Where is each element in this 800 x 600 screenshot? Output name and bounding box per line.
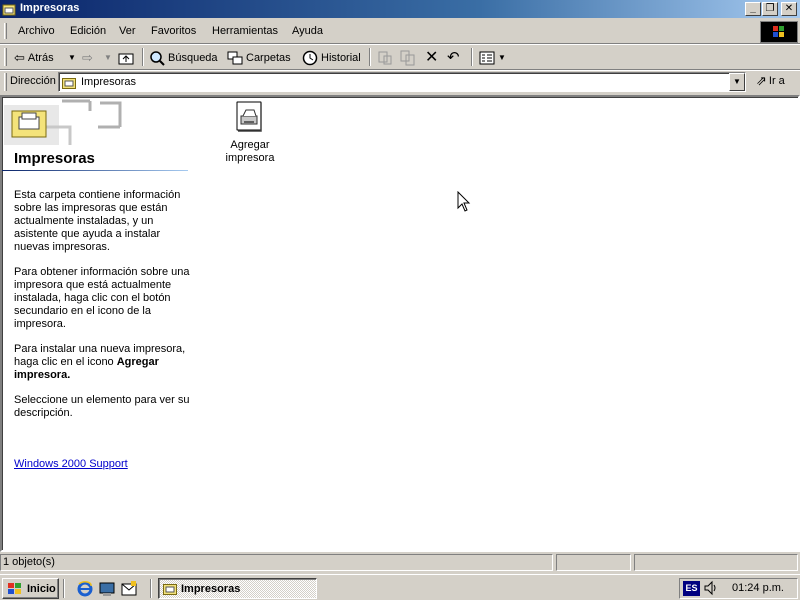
folder-view[interactable]: Impresoras Esta carpeta contiene informa…: [0, 95, 800, 552]
history-icon: [302, 50, 318, 66]
search-icon: [150, 51, 165, 66]
standard-toolbar: ⇦ Atrás ▼ ⇨ ▼ Búsqueda Carpetas Historia…: [0, 43, 800, 69]
search-button[interactable]: Búsqueda: [149, 48, 218, 68]
side-description-3-text: Para instalar una nueva impresora, haga …: [14, 343, 186, 368]
undo-icon: ↶: [447, 49, 460, 66]
undo-button[interactable]: ↶: [447, 48, 460, 68]
side-description-4: Seleccione un elemento para ver su descr…: [14, 394, 190, 419]
dropdown-arrow-icon: ▼: [68, 53, 76, 62]
window-titlebar[interactable]: Impresoras _ ❐ ✕: [0, 0, 800, 18]
views-button[interactable]: ▼: [479, 48, 506, 68]
internet-explorer-icon[interactable]: [76, 580, 94, 598]
clock[interactable]: 01:24 p.m.: [732, 582, 784, 594]
search-label: Búsqueda: [168, 52, 218, 64]
toolbar-separator: [369, 48, 371, 66]
menu-ayuda[interactable]: Ayuda: [292, 25, 323, 37]
address-value: Impresoras: [81, 76, 137, 88]
mouse-pointer-icon: [457, 191, 471, 212]
back-button[interactable]: ⇦ Atrás: [14, 48, 54, 68]
menu-ver[interactable]: Ver: [119, 25, 136, 37]
windows-support-link[interactable]: Windows 2000 Support: [14, 458, 128, 470]
status-object-count: 1 objeto(s): [0, 554, 553, 571]
move-to-icon: [378, 51, 392, 65]
webview-side-panel: Impresoras Esta carpeta contiene informa…: [2, 97, 192, 550]
side-description-1: Esta carpeta contiene información sobre …: [14, 189, 181, 253]
back-label: Atrás: [27, 52, 54, 64]
folders-icon: [227, 51, 243, 65]
address-input[interactable]: Impresoras ▼: [58, 72, 746, 92]
menu-archivo[interactable]: Archivo: [18, 25, 55, 37]
minimize-button[interactable]: _: [745, 2, 761, 16]
move-to-button[interactable]: [377, 48, 393, 68]
go-button[interactable]: ⇗ Ir a: [756, 74, 785, 88]
restore-button[interactable]: ❐: [762, 2, 778, 16]
system-tray: ES 01:24 p.m.: [679, 578, 798, 599]
toolbar-separator: [471, 48, 473, 66]
dropdown-arrow-icon: ▼: [498, 53, 506, 62]
folders-label: Carpetas: [246, 52, 291, 64]
up-folder-button[interactable]: [118, 48, 134, 68]
printer-folder-icon: [2, 4, 16, 16]
add-printer-label: Agregar impresora: [225, 139, 275, 164]
status-pane-3: [634, 554, 798, 571]
forward-button[interactable]: ⇨: [82, 48, 93, 68]
delete-button[interactable]: ✕: [425, 48, 438, 68]
side-description-3: Para instalar una nueva impresora, haga …: [14, 343, 190, 382]
show-desktop-icon[interactable]: [98, 580, 116, 598]
window-title: Impresoras: [20, 2, 80, 14]
menu-favoritos[interactable]: Favoritos: [151, 25, 196, 37]
start-button[interactable]: Inicio: [2, 578, 59, 599]
taskbar-separator: [63, 579, 65, 598]
taskbar-separator: [150, 579, 152, 598]
side-description-2: Para obtener información sobre una impre…: [14, 266, 190, 330]
address-label: Dirección: [10, 75, 56, 87]
menu-herramientas[interactable]: Herramientas: [212, 25, 278, 37]
language-indicator[interactable]: ES: [683, 581, 700, 596]
add-printer-icon: [236, 101, 262, 132]
delete-x-icon: ✕: [425, 49, 439, 66]
volume-icon[interactable]: [703, 580, 719, 596]
printer-folder-icon: [163, 584, 177, 595]
status-bar: 1 objeto(s): [0, 553, 800, 573]
outlook-express-icon[interactable]: [120, 580, 138, 598]
address-bar: Dirección Impresoras ▼ ⇗ Ir a: [0, 69, 800, 93]
menu-edicion[interactable]: Edición: [70, 25, 106, 37]
printer-folder-icon: [62, 78, 76, 89]
back-arrow-icon: ⇦: [14, 50, 25, 65]
forward-arrow-icon: ⇨: [82, 50, 93, 65]
copy-to-button[interactable]: [400, 48, 416, 68]
menu-bar: Archivo Edición Ver Favoritos Herramient…: [0, 20, 800, 42]
folder-banner-graphic: [4, 99, 122, 145]
addressbar-grip[interactable]: [4, 73, 7, 91]
history-label: Historial: [321, 52, 361, 64]
back-dropdown[interactable]: ▼: [68, 48, 76, 68]
history-button[interactable]: Historial: [302, 48, 361, 68]
copy-to-icon: [400, 50, 415, 66]
taskbar: Inicio Impresoras ES 01:24 p.m.: [0, 574, 800, 600]
go-arrow-icon: ⇗: [756, 73, 767, 88]
add-printer-item[interactable]: Agregar impresora: [212, 100, 288, 165]
views-icon: [479, 51, 495, 65]
taskbar-window-button[interactable]: Impresoras: [158, 578, 317, 599]
forward-dropdown[interactable]: ▼: [104, 48, 112, 68]
chevron-down-icon: ▼: [733, 77, 741, 86]
status-pane-2: [556, 554, 631, 571]
up-folder-icon: [118, 53, 134, 65]
close-button[interactable]: ✕: [781, 2, 797, 16]
windows-logo-icon: [760, 21, 798, 43]
address-dropdown-button[interactable]: ▼: [729, 73, 745, 91]
start-label: Inicio: [27, 582, 56, 595]
windows-flag-icon: [8, 582, 21, 594]
title-underline: [2, 170, 188, 171]
toolbar-grip[interactable]: [4, 48, 7, 66]
go-label: Ir a: [768, 75, 785, 87]
side-panel-title: Impresoras: [14, 150, 95, 167]
menubar-grip[interactable]: [4, 23, 7, 39]
dropdown-arrow-icon: ▼: [104, 53, 112, 62]
toolbar-separator: [142, 48, 144, 66]
taskbar-window-label: Impresoras: [181, 582, 241, 595]
folders-button[interactable]: Carpetas: [227, 48, 291, 68]
